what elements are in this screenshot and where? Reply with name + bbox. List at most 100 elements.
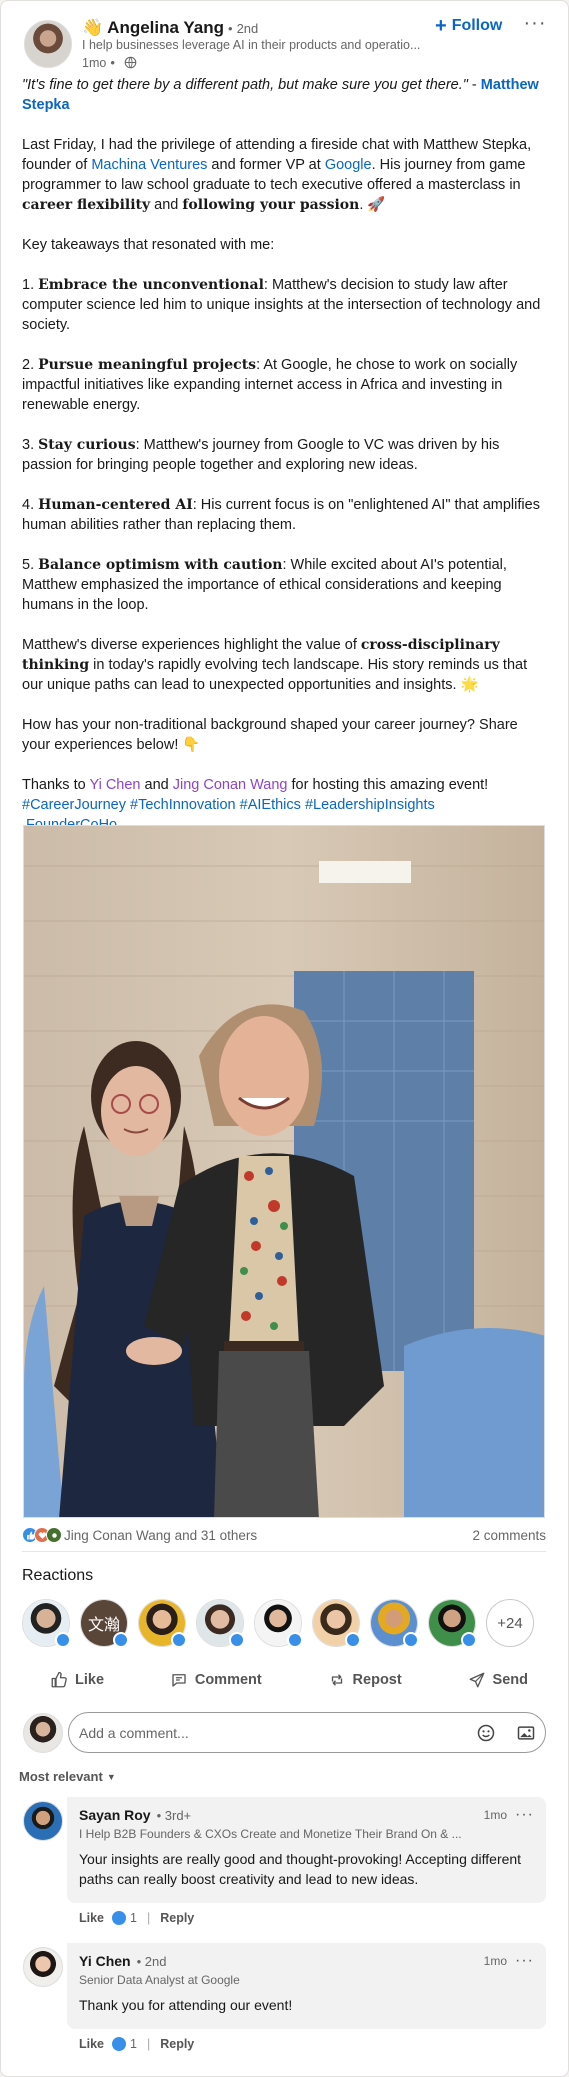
send-label: Send xyxy=(492,1672,528,1688)
follow-label: Follow xyxy=(451,17,503,34)
post-text: "It's fine to get there by a different p… xyxy=(22,75,544,835)
comment-like-button[interactable]: Like xyxy=(79,1911,104,1925)
reactor-avatar[interactable] xyxy=(138,1599,187,1648)
comment-composer[interactable] xyxy=(68,1712,546,1753)
quote-paragraph: "It's fine to get there by a different p… xyxy=(22,75,544,115)
like-label: Like xyxy=(75,1672,105,1688)
reactor-avatar[interactable] xyxy=(370,1599,419,1648)
thumbs-up-icon xyxy=(51,1671,67,1688)
commenter-degree: • 3rd+ xyxy=(156,1807,192,1823)
commenter-avatar[interactable] xyxy=(23,1801,63,1841)
hashtag-link[interactable]: #AIEthics xyxy=(240,797,301,813)
reactor-avatar[interactable] xyxy=(254,1599,303,1648)
reactor-avatar[interactable] xyxy=(312,1599,361,1648)
intro-paragraph: Last Friday, I had the privilege of atte… xyxy=(22,135,544,215)
separator-dot: • xyxy=(228,20,233,36)
takeaway-number: 2. xyxy=(22,357,39,373)
takeaway-number: 5. xyxy=(22,557,39,573)
like-button[interactable]: Like xyxy=(50,1665,104,1695)
takeaway-title: Stay curious xyxy=(38,437,136,453)
intro-text: and xyxy=(150,197,183,213)
globe-icon xyxy=(124,56,137,69)
comment-header: Yi Chen • 2nd 1mo ··· xyxy=(79,1951,534,1971)
post-card: 👋 Angelina Yang • 2nd I help businesses … xyxy=(0,0,569,2077)
like-icon xyxy=(112,1911,127,1925)
image-icon[interactable] xyxy=(516,1723,536,1743)
commenter-name[interactable]: Sayan Roy xyxy=(79,1807,151,1823)
author-avatar[interactable] xyxy=(24,20,72,68)
takeaways-heading: Key takeaways that resonated with me: xyxy=(22,237,275,253)
like-icon xyxy=(112,2037,127,2051)
hashtag-link[interactable]: #CareerJourney xyxy=(22,797,126,813)
mention-google[interactable]: Google xyxy=(325,157,372,173)
post-photo[interactable] xyxy=(23,825,545,1518)
reactor-avatar[interactable] xyxy=(22,1599,71,1648)
comment-label: Comment xyxy=(194,1672,262,1688)
send-button[interactable]: Send xyxy=(468,1665,528,1695)
more-reactors-button[interactable]: +24 xyxy=(486,1599,534,1647)
repost-label: Repost xyxy=(352,1672,402,1688)
comment-text: Thank you for attending our event! xyxy=(79,1997,293,2013)
thanks-text: Thanks to xyxy=(22,777,90,793)
takeaway-item: 3. Stay curious: Matthew's journey from … xyxy=(22,435,544,475)
quote-text: "It's fine to get there by a different p… xyxy=(22,77,468,93)
comment-time: 1mo xyxy=(483,1954,508,1968)
takeaway-item: 4. Human-centered AI: His current focus … xyxy=(22,495,544,535)
author-name[interactable]: Angelina Yang xyxy=(107,18,224,38)
closing-text: Matthew's diverse experiences highlight … xyxy=(22,637,361,653)
repost-button[interactable]: Repost xyxy=(328,1665,402,1695)
comment-reply-button[interactable]: Reply xyxy=(160,1911,194,1925)
comment-more-icon[interactable]: ··· xyxy=(515,1807,534,1823)
comment-like-button[interactable]: Like xyxy=(79,2037,104,2051)
takeaway-item: 5. Balance optimism with caution: While … xyxy=(22,555,544,615)
emoji-icon[interactable] xyxy=(476,1723,496,1743)
comments-count[interactable]: 2 comments xyxy=(472,1528,546,1543)
comment-input[interactable] xyxy=(79,1724,459,1741)
reactor-avatar[interactable]: 文瀚 xyxy=(80,1599,129,1648)
comment-sort-dropdown[interactable]: Most relevant ▼ xyxy=(19,1769,116,1784)
mention-yi-chen[interactable]: Yi Chen xyxy=(89,777,140,793)
comment-more-icon[interactable]: ··· xyxy=(515,1953,534,1969)
takeaway-number: 1. xyxy=(22,277,39,293)
takeaway-title: Balance optimism with caution xyxy=(38,557,283,573)
hashtag-link[interactable]: #LeadershipInsights xyxy=(305,797,435,813)
comment-like-count: 1 xyxy=(130,1911,137,1925)
viewer-avatar xyxy=(23,1713,63,1753)
comment-header: Sayan Roy • 3rd+ 1mo ··· xyxy=(79,1805,534,1825)
comment-text: Your insights are really good and though… xyxy=(79,1851,522,1887)
action-bar: Like Comment Repost Send xyxy=(22,1665,546,1695)
reactor-avatars: 文瀚 +24 xyxy=(22,1599,544,1651)
reaction-icons[interactable] xyxy=(22,1527,62,1543)
author-name-line: 👋 Angelina Yang • 2nd xyxy=(82,17,258,39)
author-headline: I help businesses leverage AI in their p… xyxy=(82,38,421,52)
quote-dash: - xyxy=(467,77,481,93)
takeaway-item: 2. Pursue meaningful projects: At Google… xyxy=(22,355,544,415)
intro-text: . 🚀 xyxy=(359,197,386,213)
comment-actions: Like 1 | Reply xyxy=(79,2035,194,2053)
question-paragraph: How has your non-traditional background … xyxy=(22,717,518,753)
mention-jing-conan-wang[interactable]: Jing Conan Wang xyxy=(173,777,288,793)
reactor-avatar[interactable] xyxy=(428,1599,477,1648)
takeaway-title: Human-centered AI xyxy=(38,497,193,513)
commenter-avatar[interactable] xyxy=(23,1947,63,1987)
comment-button[interactable]: Comment xyxy=(170,1665,262,1695)
takeaway-number: 4. xyxy=(22,497,39,513)
sort-label: Most relevant xyxy=(19,1769,103,1784)
post-meta: 1mo • xyxy=(82,55,137,70)
commenter-headline: Senior Data Analyst at Google xyxy=(79,1973,240,1987)
social-counts: Jing Conan Wang and 31 others 2 comments xyxy=(22,1523,546,1547)
more-options-icon[interactable]: ··· xyxy=(523,13,547,37)
reactor-avatar[interactable] xyxy=(196,1599,245,1648)
bold-text: career flexibility xyxy=(22,197,151,213)
hashtag-link[interactable]: #TechInnovation xyxy=(130,797,236,813)
plus-icon: + xyxy=(435,15,447,37)
comment-bubble: Yi Chen • 2nd 1mo ··· Senior Data Analys… xyxy=(67,1943,546,2029)
commenter-name[interactable]: Yi Chen xyxy=(79,1953,131,1969)
follow-button[interactable]: + Follow xyxy=(435,14,502,38)
commenter-degree: • 2nd xyxy=(136,1953,167,1969)
mention-machina-ventures[interactable]: Machina Ventures xyxy=(91,157,207,173)
reactions-summary[interactable]: Jing Conan Wang and 31 others xyxy=(64,1528,257,1543)
takeaway-title: Embrace the unconventional xyxy=(38,277,264,293)
comment-reply-button[interactable]: Reply xyxy=(160,2037,194,2051)
closing-text: in today's rapidly evolving tech landsca… xyxy=(22,657,528,693)
